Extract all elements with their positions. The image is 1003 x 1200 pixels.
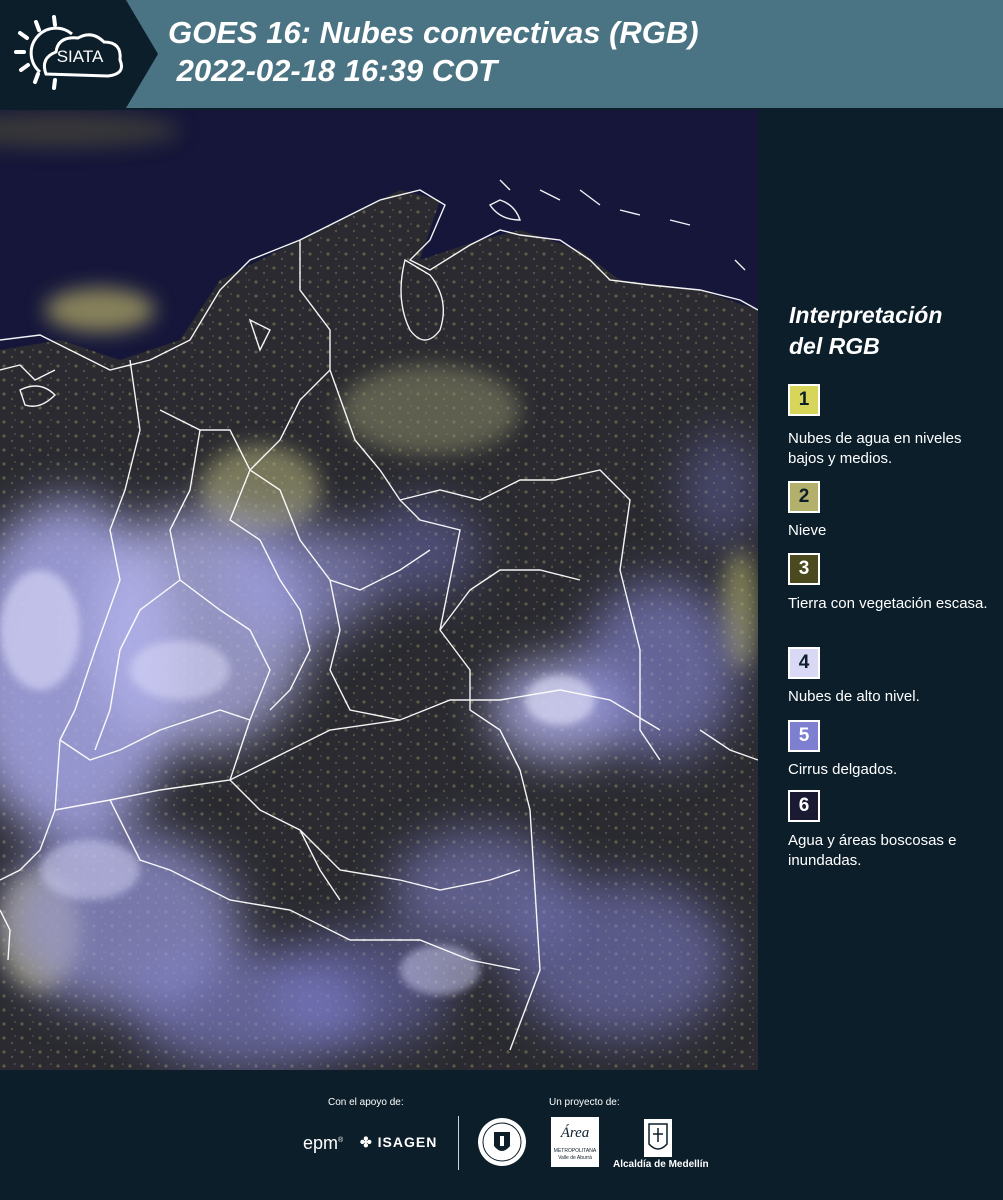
isagen-star-icon: ✤	[360, 1134, 373, 1150]
isagen-logo: ✤ ISAGEN	[360, 1134, 437, 1151]
legend-title-line1: Interpretación	[789, 302, 943, 328]
legend-swatch-5: 5	[788, 720, 820, 752]
legend-number-1: 1	[798, 389, 810, 410]
legend-number-6: 6	[798, 795, 810, 816]
support-caption: Con el apoyo de:	[328, 1097, 404, 1108]
legend-swatch-2: 2	[788, 481, 820, 513]
area-logo-subtext: METROPOLITANA	[553, 1148, 597, 1154]
legend-number-2: 2	[798, 486, 810, 507]
alcaldia-logo-text: Alcaldía de Medellín	[613, 1159, 709, 1170]
area-logo-text: Área	[560, 1125, 590, 1141]
legend-label-2: Nieve	[788, 522, 827, 539]
satellite-map	[0, 110, 758, 1070]
legend-label-6: Agua y áreas boscosas e inundadas.	[788, 832, 957, 869]
header-bar: SIATA GOES 16: Nubes convectivas (RGB) 2…	[0, 0, 1003, 108]
legend-label-4: Nubes de alto nivel.	[788, 688, 920, 705]
epm-logo-text: epm	[303, 1133, 339, 1153]
legend-title-line2: del RGB	[789, 333, 880, 359]
legend-swatch-6: 6	[788, 790, 820, 822]
legend-swatch-3: 3	[788, 553, 820, 585]
siata-logo: SIATA	[0, 0, 158, 108]
legend-title: Interpretación del RGB	[789, 300, 942, 362]
legend-label-1: Nubes de agua en niveles bajos y medios.	[788, 430, 962, 467]
area-logo-subtext2: Valle de Aburrá	[558, 1155, 592, 1161]
page-title: GOES 16: Nubes convectivas (RGB) 2022-02…	[168, 15, 699, 88]
epm-logo: epm®	[303, 1133, 344, 1153]
legend-swatch-1: 1	[788, 384, 820, 416]
footer: Con el apoyo de: Un proyecto de: epm® ✤ …	[0, 1070, 1003, 1200]
isagen-logo-text: ISAGEN	[377, 1134, 438, 1150]
project-caption: Un proyecto de:	[549, 1097, 620, 1108]
medellin-seal-icon	[478, 1118, 526, 1166]
legend-number-4: 4	[798, 652, 810, 673]
legend-number-3: 3	[798, 558, 810, 579]
legend-label-3: Tierra con vegetación escasa.	[788, 595, 988, 612]
legend-swatch-4: 4	[788, 647, 820, 679]
footer-divider	[458, 1116, 459, 1170]
alcaldia-shield-icon	[644, 1119, 672, 1157]
legend-number-5: 5	[798, 725, 810, 746]
siata-logo-text: SIATA	[57, 47, 104, 66]
legend-label-5: Cirrus delgados.	[788, 761, 898, 778]
area-metropolitana-logo: Área METROPOLITANA Valle de Aburrá	[551, 1117, 599, 1167]
